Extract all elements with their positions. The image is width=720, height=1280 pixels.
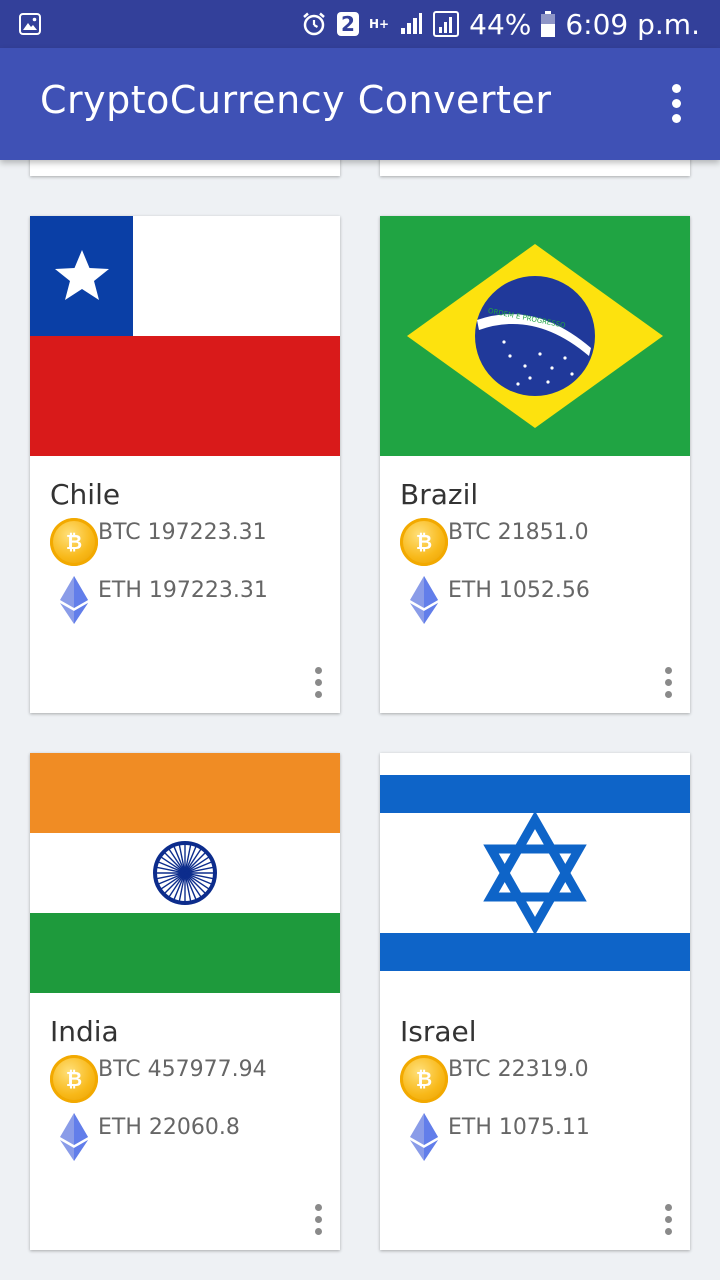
card-more-icon[interactable] (662, 1204, 676, 1236)
btc-rate: BTC 457977.94 (98, 1057, 267, 1082)
card-more-icon[interactable] (662, 667, 676, 699)
brazil-flag-icon: ORDEM E PROGRESSO (380, 216, 690, 456)
battery-icon (541, 11, 556, 37)
battery-percent: 44% (469, 7, 532, 41)
network-type-label: H+ (369, 17, 390, 31)
overflow-menu-icon[interactable] (664, 84, 688, 124)
alarm-icon (303, 12, 325, 36)
eth-rate: ETH 1052.56 (448, 578, 590, 603)
app-bar: CryptoCurrency Converter (0, 48, 720, 160)
country-name: Israel (400, 1015, 477, 1048)
signal-strength-icon (401, 13, 423, 34)
status-bar: 2 H+ 44% 6:09 p.m. (0, 0, 720, 48)
btc-rate: BTC 22319.0 (448, 1057, 589, 1082)
bitcoin-icon: ₿ (400, 1055, 448, 1103)
country-card-chile[interactable]: Chile ₿ BTC 197223.31 ETH 197223.31 (30, 216, 340, 713)
btc-rate: BTC 21851.0 (448, 520, 589, 545)
ethereum-icon (60, 1113, 88, 1161)
signal-strength-sim2-icon (433, 11, 460, 37)
country-card-india[interactable]: India ₿ BTC 457977.94 ETH 22060.8 (30, 753, 340, 1250)
israel-flag-icon (380, 753, 690, 993)
country-card-brazil[interactable]: ORDEM E PROGRESSO Brazil ₿ BTC 21851.0 E… (380, 216, 690, 713)
chile-flag-icon (30, 216, 340, 456)
bitcoin-icon: ₿ (50, 1055, 98, 1103)
eth-rate: ETH 1075.11 (448, 1115, 590, 1140)
card-more-icon[interactable] (312, 667, 326, 699)
ethereum-icon (410, 1113, 438, 1161)
country-card-israel[interactable]: Israel ₿ BTC 22319.0 ETH 1075.11 (380, 753, 690, 1250)
country-name: Brazil (400, 478, 479, 511)
app-title: CryptoCurrency Converter (40, 78, 552, 122)
ethereum-icon (60, 576, 88, 624)
india-flag-icon (30, 753, 340, 993)
btc-rate: BTC 197223.31 (98, 520, 267, 545)
eth-rate: ETH 197223.31 (98, 578, 268, 603)
card-more-icon[interactable] (312, 1204, 326, 1236)
clock: 6:09 p.m. (565, 7, 700, 41)
bitcoin-icon: ₿ (400, 518, 448, 566)
notification-count-badge: 2 (337, 12, 360, 36)
bitcoin-icon: ₿ (50, 518, 98, 566)
country-name: India (50, 1015, 119, 1048)
eth-rate: ETH 22060.8 (98, 1115, 240, 1140)
gallery-notification-icon (19, 13, 41, 35)
ethereum-icon (410, 576, 438, 624)
country-name: Chile (50, 478, 121, 511)
